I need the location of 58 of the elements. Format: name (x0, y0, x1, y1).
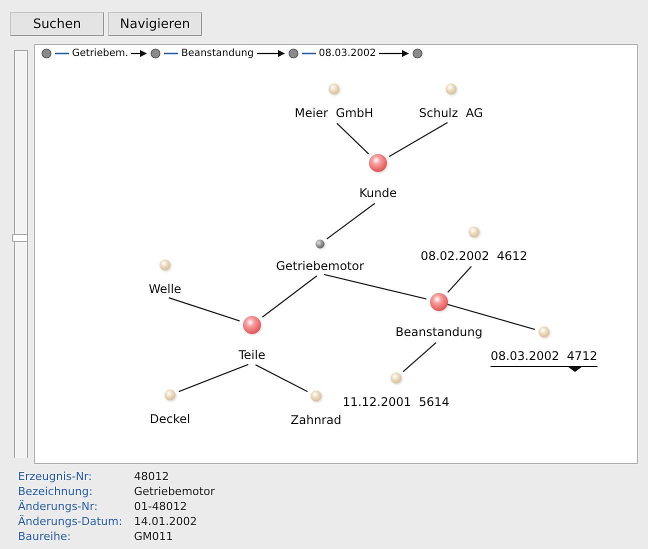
node-label[interactable]: 08.02.2002 4612 (420, 248, 528, 262)
node-dot[interactable] (328, 84, 340, 94)
breadcrumb-item[interactable]: Getriebem. (72, 48, 128, 59)
detail-label: Baureihe: (18, 530, 72, 544)
node-label[interactable]: Zahnrad (290, 412, 342, 426)
node-dot[interactable] (369, 154, 387, 172)
node-label[interactable]: Schulz AG (419, 106, 483, 120)
node-dot[interactable] (160, 260, 170, 270)
detail-value: Getriebemotor (134, 485, 216, 499)
edge-line (402, 342, 436, 372)
node-dot[interactable] (430, 293, 448, 311)
detail-value: 48012 (134, 470, 170, 484)
selection-marker-icon (567, 366, 583, 372)
detail-label: Erzeugnis-Nr: (18, 470, 93, 484)
arrow-icon (131, 50, 148, 57)
node-dot[interactable] (243, 316, 261, 334)
detail-label: Änderungs-Nr: (18, 500, 99, 514)
node-dot[interactable] (468, 226, 480, 238)
node-dot-icon (41, 48, 52, 59)
detail-value: 01-48012 (134, 500, 188, 514)
node-label[interactable]: Deckel (150, 412, 190, 426)
node-label[interactable]: Beanstandung (396, 325, 482, 339)
breadcrumb-item[interactable]: Beanstandung (181, 48, 254, 59)
edge-line (262, 275, 318, 318)
edge-line (326, 202, 376, 240)
node-dot[interactable] (316, 240, 324, 248)
node-dot[interactable] (310, 390, 322, 402)
edge-line (388, 122, 448, 157)
arrow-icon (256, 50, 285, 57)
edge-line (178, 364, 248, 392)
node-dot-icon (412, 48, 424, 59)
edge-line (255, 364, 308, 392)
node-label[interactable]: Teile (238, 348, 266, 362)
detail-label: Änderungs-Datum: (18, 515, 124, 529)
edge-line (336, 122, 370, 154)
breadcrumb-item[interactable]: 08.03.2002 (318, 48, 376, 59)
node-label[interactable]: Meier GmbH (294, 106, 374, 120)
link-line-icon (164, 52, 178, 55)
arrow-icon (379, 50, 410, 57)
detail-value: GM011 (134, 530, 174, 544)
detail-value: 14.01.2002 (134, 515, 198, 529)
node-dot[interactable] (164, 390, 176, 400)
node-label[interactable]: Kunde (359, 186, 397, 200)
node-dot[interactable] (538, 326, 550, 338)
node-label[interactable]: 11.12.2001 5614 (342, 394, 450, 408)
node-dot-icon (288, 48, 299, 59)
node-dot[interactable] (446, 84, 456, 94)
edge-line (168, 297, 240, 322)
node-label[interactable]: Getriebemotor (276, 258, 364, 272)
node-dot[interactable] (390, 372, 402, 384)
node-label[interactable]: Welle (148, 282, 182, 296)
link-line-icon (302, 52, 316, 55)
toolbar-button[interactable]: Navigieren (108, 12, 202, 36)
node-dot-icon (150, 48, 162, 59)
edge-line (447, 266, 472, 293)
link-line-icon (55, 52, 69, 55)
detail-label: Bezeichnung: (18, 485, 94, 499)
toolbar-button[interactable]: Suchen (10, 12, 104, 36)
